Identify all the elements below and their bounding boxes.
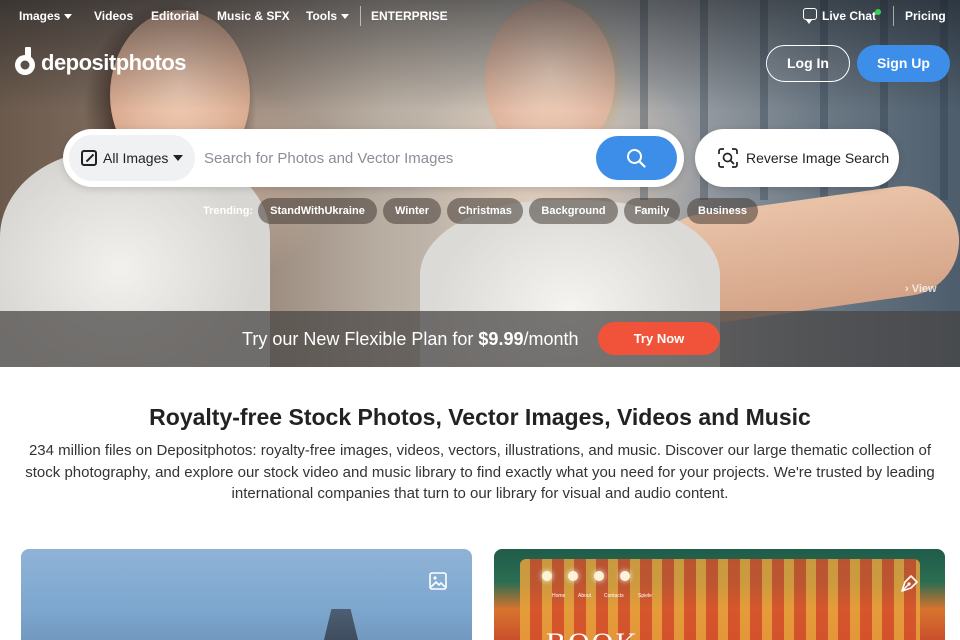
reverse-search-icon <box>718 148 738 168</box>
chat-icon[interactable] <box>803 8 817 24</box>
card-mini-nav-item: Contacts <box>604 593 624 599</box>
promo-price: $9.99 <box>478 329 524 349</box>
promo-bar: Try our New Flexible Plan for $9.99/mont… <box>0 311 960 367</box>
search-type-label: All Images <box>103 150 169 166</box>
view-photo-label: View <box>911 283 937 295</box>
search-input[interactable] <box>204 141 589 175</box>
nav-images[interactable]: Images <box>19 9 73 23</box>
nav-enterprise[interactable]: ENTERPRISE <box>371 9 448 23</box>
hero-banner: Images Videos Editorial Music & SFX Tool… <box>0 0 960 367</box>
nav-divider <box>360 6 361 26</box>
trending-chip[interactable]: Background <box>529 198 618 224</box>
nav-divider <box>893 6 894 26</box>
page-description: 234 million files on Depositphotos: roya… <box>25 442 935 502</box>
promo-text: Try our New Flexible Plan for $9.99/mont… <box>242 329 579 350</box>
card-mini-nav-item: Home <box>552 593 566 599</box>
card-illustration-text: BOOK <box>546 627 639 640</box>
reverse-image-search-button[interactable]: Reverse Image Search <box>695 129 899 187</box>
nav-tools[interactable]: Tools <box>306 9 350 23</box>
logo-wordmark[interactable]: depositphotos <box>41 50 187 76</box>
trending-label: Trending: <box>203 205 254 217</box>
try-now-button[interactable]: Try Now <box>598 322 720 355</box>
online-status-dot <box>875 9 881 15</box>
chevron-down-icon <box>341 14 350 20</box>
photos-category-card[interactable] <box>21 549 472 640</box>
nav-tools-label: Tools <box>306 9 338 23</box>
card-mini-nav-item: About <box>578 593 592 599</box>
promo-text-after: /month <box>523 329 579 349</box>
vectors-category-card[interactable]: Home About Contacts Spiele BOOK <box>494 549 945 640</box>
card-light-bulb <box>594 571 604 581</box>
view-photo-link[interactable]: › View <box>905 283 937 295</box>
search-icon <box>627 149 646 168</box>
search-type-dropdown[interactable]: All Images <box>69 135 195 181</box>
promo-text-before: Try our New Flexible Plan for <box>242 329 479 349</box>
chevron-down-icon <box>173 155 183 161</box>
nav-editorial[interactable]: Editorial <box>151 9 199 23</box>
nav-videos[interactable]: Videos <box>94 9 133 23</box>
reverse-image-search-label: Reverse Image Search <box>746 150 890 166</box>
card-photo-tower <box>317 609 365 640</box>
nav-images-label: Images <box>19 9 61 23</box>
card-light-bulb <box>568 571 578 581</box>
nav-pricing[interactable]: Pricing <box>905 9 946 23</box>
card-light-bulb <box>542 571 552 581</box>
chevron-right-icon: › <box>905 283 909 295</box>
card-mini-nav-item: Spiele <box>638 593 652 599</box>
trending-chip[interactable]: Christmas <box>447 198 523 224</box>
card-light-bulb <box>620 571 630 581</box>
nav-music-sfx[interactable]: Music & SFX <box>217 9 290 23</box>
nav-live-chat[interactable]: Live Chat <box>822 9 876 23</box>
vector-pen-icon <box>901 575 918 592</box>
trending-chip[interactable]: Family <box>624 198 680 224</box>
trending-chip[interactable]: Winter <box>383 198 441 224</box>
page-title: Royalty-free Stock Photos, Vector Images… <box>149 404 811 430</box>
image-icon <box>429 572 447 590</box>
trending-chip[interactable]: Business <box>687 198 758 224</box>
signup-button[interactable]: Sign Up <box>857 45 950 82</box>
image-type-icon <box>81 150 97 166</box>
top-navigation: Images Videos Editorial Music & SFX Tool… <box>0 0 960 32</box>
login-button[interactable]: Log In <box>766 45 850 82</box>
search-bar: All Images <box>63 129 684 187</box>
search-button[interactable] <box>596 136 677 180</box>
chevron-down-icon <box>64 14 73 20</box>
depositphotos-logo-icon[interactable] <box>13 47 37 77</box>
trending-chip[interactable]: StandWithUkraine <box>258 198 377 224</box>
